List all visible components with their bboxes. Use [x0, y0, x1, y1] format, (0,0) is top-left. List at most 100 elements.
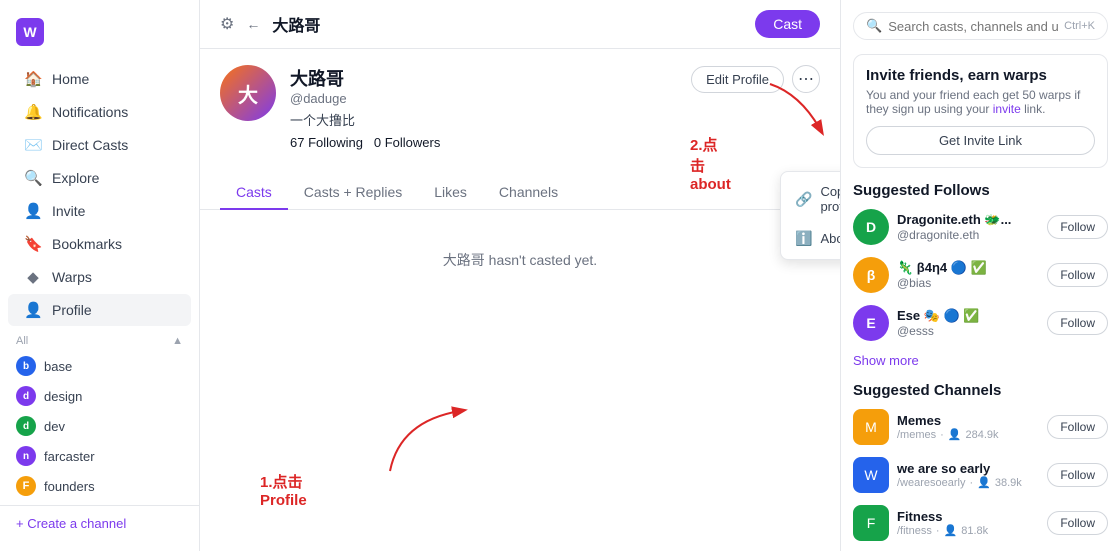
channels-collapse-icon[interactable]: ▲ — [172, 335, 183, 347]
search-icon: 🔍 — [866, 18, 882, 34]
tab-casts[interactable]: Casts — [220, 176, 288, 210]
follow-dragonite-button[interactable]: Follow — [1047, 215, 1108, 239]
profile-container: 大 大路哥 @daduge 一个大撸比 67 Following 0 Follo… — [200, 49, 840, 551]
sidebar-label-warps: Warps — [52, 269, 92, 285]
wearesoearly-meta: /wearesoearly · 👤 38.9k — [897, 476, 1039, 489]
farcaster-avatar: n — [16, 446, 36, 466]
bias-info: 🦎 β4η4 🔵 ✅ @bias — [897, 260, 1039, 290]
sidebar: W 🏠 Home 🔔 Notifications ✉️ Direct Casts… — [0, 0, 200, 551]
sidebar-label-profile: Profile — [52, 302, 92, 318]
dropdown-copy-link[interactable]: 🔗 Copy link to profile — [781, 176, 840, 222]
sidebar-channel-farcaster[interactable]: n farcaster — [0, 441, 199, 471]
invite-card: Invite friends, earn warps You and your … — [853, 54, 1108, 168]
memes-avatar: M — [853, 409, 889, 445]
fitness-meta: /fitness · 👤 81.8k — [897, 524, 1039, 537]
page-title: 大路哥 — [272, 12, 320, 36]
dragonite-info: Dragonite.eth 🐲... @dragonite.eth — [897, 212, 1039, 242]
invite-icon: 👤 — [24, 202, 42, 220]
main-content: ⚙ ← 大路哥 Cast 大 大路哥 @daduge 一个大撸比 67 Foll… — [200, 0, 840, 551]
sidebar-logo: W — [0, 10, 199, 58]
wearesoearly-info: we are so early /wearesoearly · 👤 38.9k — [897, 461, 1039, 489]
explore-icon: 🔍 — [24, 169, 42, 187]
sidebar-item-explore[interactable]: 🔍 Explore — [8, 162, 191, 194]
follow-bias-button[interactable]: Follow — [1047, 263, 1108, 287]
memes-name: Memes — [897, 413, 1039, 428]
create-channel-label: + Create a channel — [16, 516, 126, 531]
wearesoearly-members: 38.9k — [995, 477, 1022, 489]
back-button[interactable]: ← — [246, 16, 260, 32]
sidebar-item-notifications[interactable]: 🔔 Notifications — [8, 96, 191, 128]
fitness-handle: /fitness — [897, 525, 932, 537]
follow-memes-button[interactable]: Follow — [1047, 415, 1108, 439]
profile-area: 大 大路哥 @daduge 一个大撸比 67 Following 0 Follo… — [200, 49, 840, 176]
esss-avatar: E — [853, 305, 889, 341]
tab-casts-replies[interactable]: Casts + Replies — [288, 176, 418, 210]
search-input[interactable] — [888, 19, 1058, 34]
wearesoearly-avatar: W — [853, 457, 889, 493]
search-shortcut: Ctrl+K — [1064, 20, 1095, 32]
info-icon: ℹ️ — [795, 230, 812, 247]
sidebar-item-profile[interactable]: 👤 Profile — [8, 294, 191, 326]
memes-handle: /memes — [897, 429, 936, 441]
sidebar-item-direct-casts[interactable]: ✉️ Direct Casts — [8, 129, 191, 161]
search-bar[interactable]: 🔍 Ctrl+K — [853, 12, 1108, 40]
memes-members: 284.9k — [966, 429, 999, 441]
channel-label-founders: founders — [44, 479, 95, 494]
members-icon: 👤 — [948, 428, 962, 441]
channels-section-label: All — [16, 335, 28, 347]
bias-name: 🦎 β4η4 🔵 ✅ — [897, 260, 1039, 276]
sidebar-channel-dev[interactable]: d dev — [0, 411, 199, 441]
profile-info: 大路哥 @daduge 一个大撸比 67 Following 0 Followe… — [290, 65, 677, 150]
fitness-name: Fitness — [897, 509, 1039, 524]
esss-info: Ese 🎭 🔵 ✅ @esss — [897, 308, 1039, 338]
dragonite-handle: @dragonite.eth — [897, 228, 1039, 242]
sidebar-label-direct-casts: Direct Casts — [52, 137, 128, 153]
tab-channels[interactable]: Channels — [483, 176, 574, 210]
follow-wearesoearly-button[interactable]: Follow — [1047, 463, 1108, 487]
profile-avatar: 大 — [220, 65, 276, 121]
suggested-channel-memes: M Memes /memes · 👤 284.9k Follow — [853, 409, 1108, 445]
fitness-info: Fitness /fitness · 👤 81.8k — [897, 509, 1039, 537]
profile-arrow-svg — [380, 401, 500, 481]
suggested-follow-bias: β 🦎 β4η4 🔵 ✅ @bias Follow — [853, 257, 1108, 293]
esss-name: Ese 🎭 🔵 ✅ — [897, 308, 1039, 324]
sidebar-label-bookmarks: Bookmarks — [52, 236, 122, 252]
get-invite-link-button[interactable]: Get Invite Link — [866, 126, 1095, 155]
memes-info: Memes /memes · 👤 284.9k — [897, 413, 1039, 441]
channel-label-design: design — [44, 389, 82, 404]
home-icon: 🏠 — [24, 70, 42, 88]
top-bar: ⚙ ← 大路哥 Cast — [200, 0, 840, 49]
bookmark-icon: 🔖 — [24, 235, 42, 253]
sidebar-item-warps[interactable]: ◆ Warps — [8, 261, 191, 293]
sidebar-channel-base[interactable]: b base — [0, 351, 199, 381]
follow-esss-button[interactable]: Follow — [1047, 311, 1108, 335]
memes-dot: · — [940, 429, 944, 441]
sidebar-item-home[interactable]: 🏠 Home — [8, 63, 191, 95]
bias-avatar: β — [853, 257, 889, 293]
cast-button[interactable]: Cast — [755, 10, 820, 38]
dragonite-avatar: D — [853, 209, 889, 245]
sidebar-channel-founders[interactable]: F founders — [0, 471, 199, 501]
channel-label-dev: dev — [44, 419, 65, 434]
right-sidebar: 🔍 Ctrl+K Invite friends, earn warps You … — [840, 0, 1120, 551]
fitness-avatar: F — [853, 505, 889, 541]
channels-list: b base d design d dev n farcaster F foun… — [0, 351, 199, 501]
suggested-channel-fitness: F Fitness /fitness · 👤 81.8k Follow — [853, 505, 1108, 541]
invite-link[interactable]: invite — [993, 102, 1021, 116]
show-more-follows[interactable]: Show more — [853, 353, 1108, 368]
bell-icon: 🔔 — [24, 103, 42, 121]
dropdown-about[interactable]: ℹ️ About — [781, 222, 840, 255]
suggested-channel-wearesoearly: W we are so early /wearesoearly · 👤 38.9… — [853, 457, 1108, 493]
sidebar-channel-design[interactable]: d design — [0, 381, 199, 411]
wearesoearly-handle: /wearesoearly — [897, 477, 965, 489]
sidebar-item-bookmarks[interactable]: 🔖 Bookmarks — [8, 228, 191, 260]
follow-fitness-button[interactable]: Follow — [1047, 511, 1108, 535]
sidebar-label-notifications: Notifications — [52, 104, 128, 120]
tab-likes[interactable]: Likes — [418, 176, 483, 210]
profile-tabs: Casts Casts + Replies Likes Channels — [200, 176, 840, 210]
create-channel-button[interactable]: + Create a channel — [0, 505, 199, 541]
dev-avatar: d — [16, 416, 36, 436]
gear-icon[interactable]: ⚙ — [220, 14, 234, 34]
sidebar-item-invite[interactable]: 👤 Invite — [8, 195, 191, 227]
channels-section: All ▲ — [0, 327, 199, 351]
